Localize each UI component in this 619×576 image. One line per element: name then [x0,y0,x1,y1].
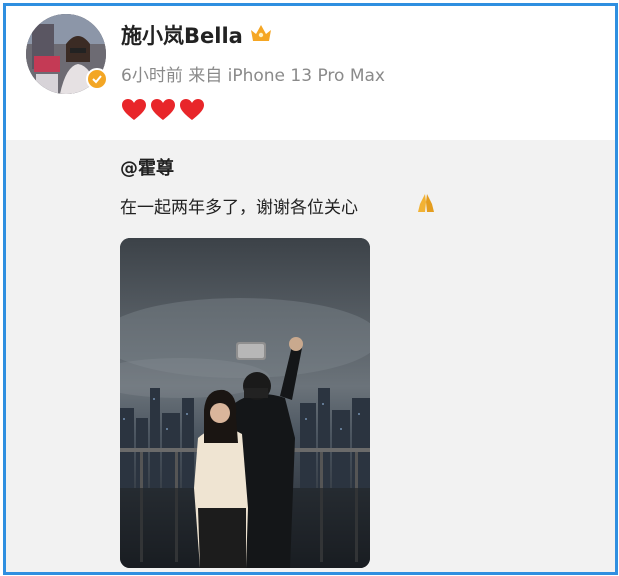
author-name[interactable]: 施小岚Bella [121,20,243,50]
weibo-post-card: 施小岚Bella 6小时前 来自 iPhone 13 Pro Max @霍尊 在… [3,3,618,575]
praying-hands-icon [418,194,434,212]
heart-icon [122,99,146,120]
crown-icon [251,25,271,41]
repost-photo[interactable] [120,238,370,568]
post-meta: 6小时前 来自 iPhone 13 Pro Max [121,66,385,86]
repost-text: 在一起两年多了，谢谢各位关心 [120,198,358,218]
verified-badge-icon [86,68,108,90]
post-header: 施小岚Bella 6小时前 来自 iPhone 13 Pro Max [6,6,615,140]
post-content-hearts [121,98,205,122]
heart-icon [180,99,204,120]
repost-author-mention[interactable]: @霍尊 [120,154,174,180]
heart-icon [151,99,175,120]
repost-block[interactable]: @霍尊 在一起两年多了，谢谢各位关心 [6,140,615,572]
